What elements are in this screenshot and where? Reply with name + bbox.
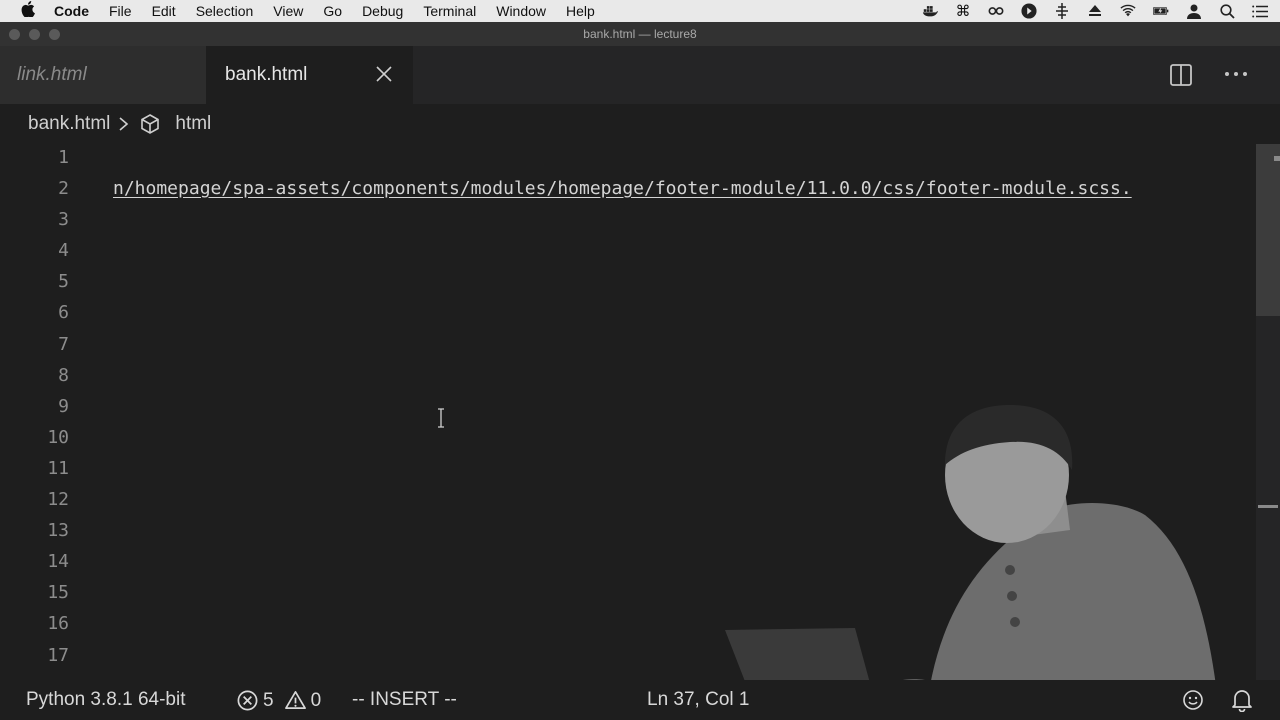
status-bar: Python 3.8.1 64-bit 5 0 -- INSERT -- Ln … [0,680,1280,720]
line-number: 4 [58,240,69,262]
wifi-icon[interactable] [1120,3,1136,19]
tab-label: bank.html [225,64,308,85]
menu-window[interactable]: Window [496,3,546,19]
python-interpreter[interactable]: Python 3.8.1 64-bit [26,689,186,711]
menu-go[interactable]: Go [323,3,342,19]
menu-file[interactable]: File [109,3,132,19]
apple-icon[interactable] [20,1,36,21]
user-icon[interactable] [1186,3,1202,19]
menu-edit[interactable]: Edit [152,3,176,19]
line-number-gutter: 1 2 3 4 5 6 7 8 9 10 11 12 13 14 15 16 17 [0,144,100,673]
search-icon[interactable] [1219,3,1235,19]
cube-icon [139,113,161,135]
breadcrumb-file[interactable]: bank.html [28,113,110,135]
line-number: 15 [47,582,69,604]
vim-mode: -- INSERT -- [352,689,457,710]
menu-help[interactable]: Help [566,3,595,19]
code-line[interactable] [113,299,1256,330]
line-number: 5 [58,271,69,293]
code-line[interactable] [113,237,1256,268]
line-number: 3 [58,209,69,231]
close-icon[interactable] [374,64,394,84]
line-number: 17 [47,644,69,666]
list-icon[interactable] [1252,3,1268,19]
line-number: 12 [47,489,69,511]
editor-tabbar: link.html bank.html [0,46,1280,104]
play-circle-icon[interactable] [1021,3,1037,19]
line-number: 10 [47,426,69,448]
code-line[interactable] [113,362,1256,393]
line-number: 14 [47,551,69,573]
macos-menubar: Code File Edit Selection View Go Debug T… [0,0,1280,22]
feedback-icon[interactable] [1182,689,1204,711]
line-number: 16 [47,613,69,635]
link-icon[interactable] [988,3,1004,19]
line-number: 2 [58,178,69,200]
line-number: 9 [58,395,69,417]
warning-icon [284,691,306,710]
error-icon [237,690,258,711]
code-line[interactable]: n/homepage/spa-assets/components/modules… [113,175,1256,206]
move-icon[interactable] [1054,3,1070,19]
menu-debug[interactable]: Debug [362,3,403,19]
menu-code[interactable]: Code [54,3,89,19]
line-number: 8 [58,364,69,386]
chevron-right-icon [117,116,131,132]
line-number: 6 [58,302,69,324]
bell-icon[interactable] [1231,688,1253,713]
code-text: n/homepage/spa-assets/components/modules… [113,178,1132,200]
breadcrumb: bank.html html [0,104,1280,144]
error-count: 5 [263,689,274,711]
breadcrumb-symbol[interactable]: html [175,113,211,135]
line-number: 1 [58,147,69,168]
tab-label: link.html [17,64,87,85]
scrollbar-thumb[interactable] [1256,144,1280,316]
tab-bank-html[interactable]: bank.html [206,46,413,104]
code-line[interactable] [113,268,1256,299]
more-actions-icon[interactable] [1222,64,1250,84]
split-editor-icon[interactable] [1169,63,1193,87]
code-line[interactable] [113,331,1256,362]
text-cursor-icon [436,408,446,428]
warning-count: 0 [310,689,322,711]
line-number: 7 [58,333,69,355]
cursor-position[interactable]: Ln 37, Col 1 [647,689,749,711]
menu-terminal[interactable]: Terminal [423,3,476,19]
window-title: bank.html — lecture8 [583,27,697,41]
tab-link-html[interactable]: link.html [0,46,206,104]
code-line[interactable] [113,144,1256,175]
eject-icon[interactable] [1087,3,1103,19]
battery-icon[interactable] [1153,3,1169,19]
menubar-status-icons: ⌘ [922,0,1268,22]
code-line[interactable] [113,206,1256,237]
problems-indicator[interactable]: 5 0 [236,689,321,712]
scrollbar-marker [1274,156,1280,161]
line-number: 11 [47,457,69,479]
docker-icon[interactable] [922,3,938,19]
presenter-video-overlay [720,405,1220,720]
menu-view[interactable]: View [273,3,303,19]
command-icon[interactable]: ⌘ [955,3,971,20]
window-titlebar: bank.html — lecture8 [0,22,1280,46]
line-number: 13 [47,520,69,542]
menu-selection[interactable]: Selection [196,3,254,19]
